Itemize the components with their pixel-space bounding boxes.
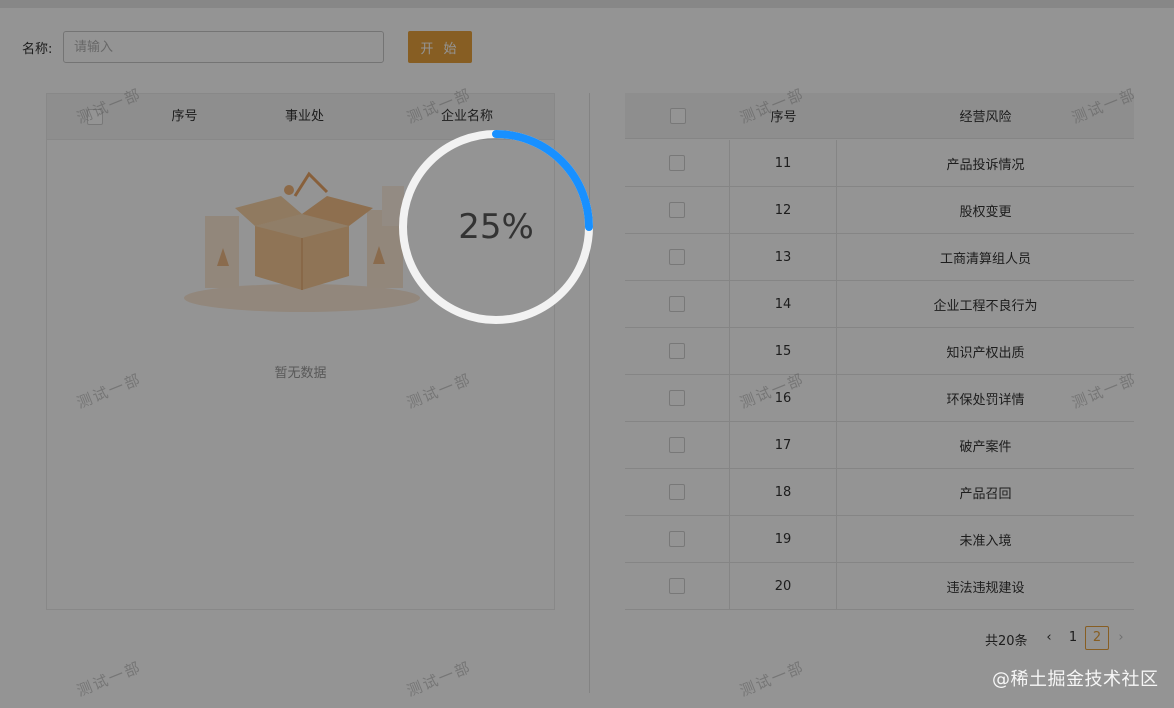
loading-overlay [0,0,1174,708]
brand-watermark: @稀土掘金技术社区 [992,669,1159,690]
progress-percent-text: 25% [458,207,534,247]
progress-ring: 25% [396,127,596,327]
